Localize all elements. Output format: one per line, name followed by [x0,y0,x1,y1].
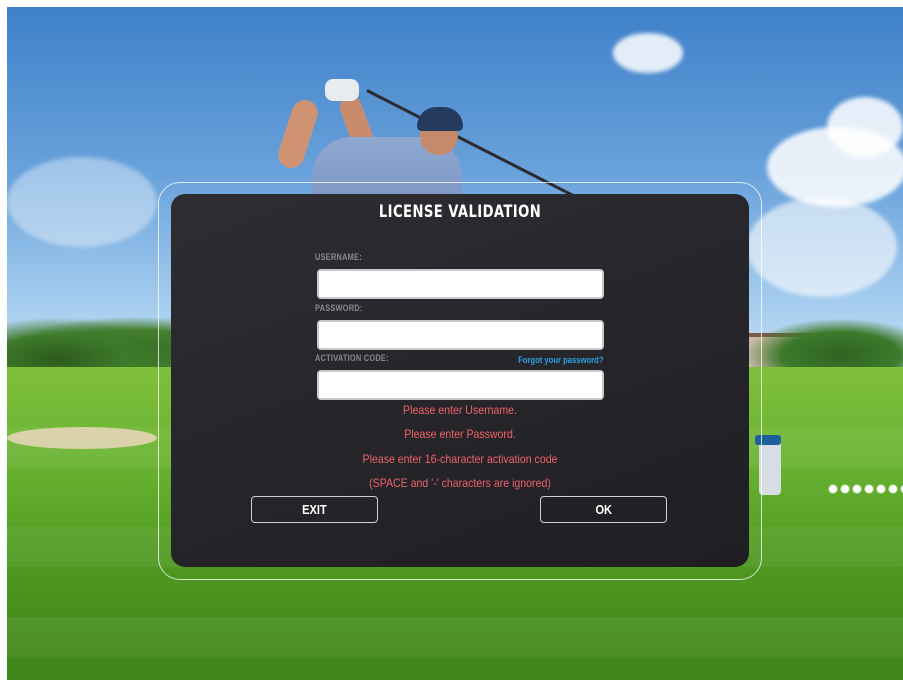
password-input[interactable] [317,320,604,350]
activation-code-input[interactable] [317,370,604,400]
error-password: Please enter Password. [404,427,516,441]
golfer-glove [325,79,359,101]
sand-bunker [7,427,157,449]
ball-dispenser [755,435,781,495]
golf-balls [827,483,903,497]
background-cloud [827,97,903,157]
password-label: PASSWORD: [315,303,363,313]
exit-button-label: EXIT [302,502,327,517]
dialog-title: LICENSE VALIDATION [378,202,542,222]
username-input[interactable] [317,269,604,299]
error-activation-code: Please enter 16-character activation cod… [362,452,558,466]
forgot-password-link[interactable]: Forgot your password? [519,355,604,365]
activation-code-label: ACTIVATION CODE: [315,353,389,363]
exit-button[interactable]: EXIT [251,496,378,523]
username-label: USERNAME: [315,252,362,262]
license-validation-dialog: LICENSE VALIDATION USERNAME: PASSWORD: A… [171,194,749,567]
background-cloud [747,197,897,297]
grass-stripe [7,617,903,657]
ok-button-label: OK [595,502,612,517]
error-username: Please enter Username. [403,403,517,417]
background-cloud [7,157,157,247]
error-activation-hint: (SPACE and '-' characters are ignored) [369,476,551,490]
golfer-cap [417,107,463,131]
ok-button[interactable]: OK [540,496,667,523]
background-cloud [613,33,683,73]
